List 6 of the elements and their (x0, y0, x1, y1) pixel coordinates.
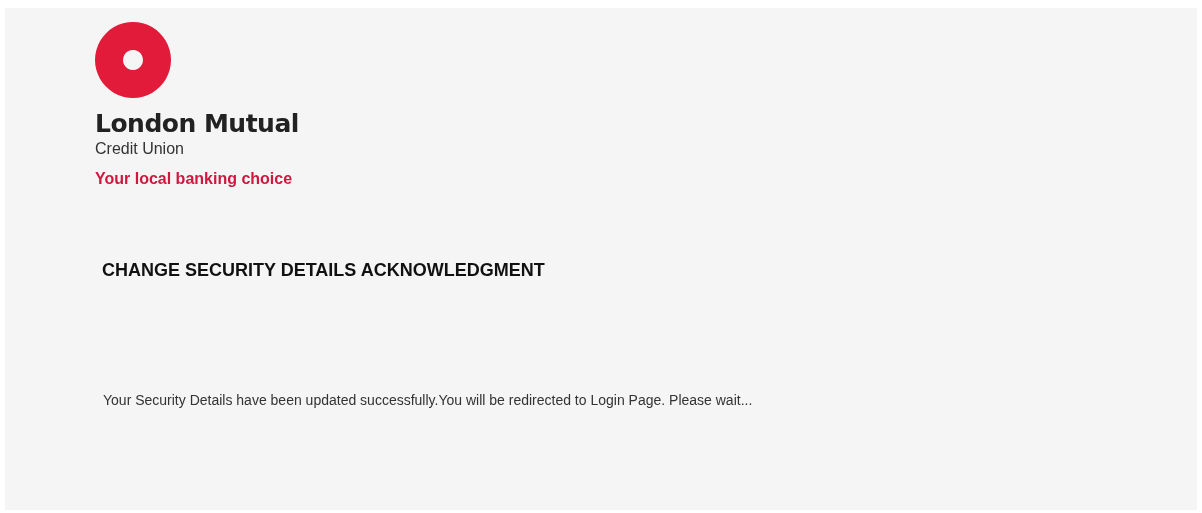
page-heading: CHANGE SECURITY DETAILS ACKNOWLEDGMENT (102, 259, 546, 281)
brand-tagline: Your local banking choice (95, 169, 293, 189)
status-message: Your Security Details have been updated successfully.You will be redirected to Login Page. Please wait... (103, 391, 754, 409)
logo-icon (95, 22, 171, 98)
brand-name: London Mutual (95, 109, 299, 139)
brand-subtitle: Credit Union (95, 139, 184, 159)
